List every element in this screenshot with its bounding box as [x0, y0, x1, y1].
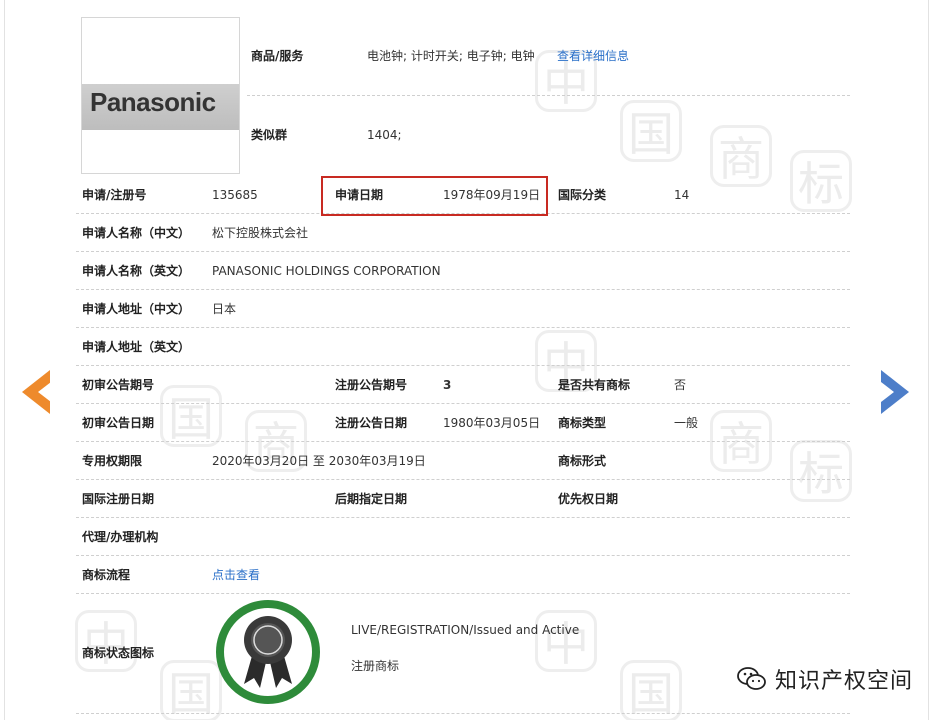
applicant-cn-row: 申请人名称（中文） 松下控股株式会社 [76, 214, 850, 252]
view-process-link[interactable]: 点击查看 [212, 556, 260, 594]
reg-notice-date-label: 注册公告日期 [335, 416, 408, 430]
trademark-type-value: 一般 [674, 416, 699, 430]
applicant-en-label: 申请人名称（英文） [82, 264, 191, 278]
status-row: 商标状态图标 LIVE/REGISTRATION/Issued and Acti… [76, 594, 850, 714]
similar-group-row: 类似群 1404; [247, 96, 850, 174]
exclusive-period-label: 专用权期限 [82, 454, 143, 468]
address-en-row: 申请人地址（英文） [76, 328, 850, 366]
shared-value: 否 [674, 378, 687, 392]
shared-label: 是否共有商标 [558, 378, 631, 392]
trademark-form-label: 商标形式 [558, 454, 607, 468]
intl-reg-date-label: 国际注册日期 [82, 492, 155, 506]
address-cn-row: 申请人地址（中文） 日本 [76, 290, 850, 328]
next-arrow-notch [881, 382, 894, 402]
registered-status-badge-icon [216, 600, 320, 704]
status-chinese: 注册商标 [351, 659, 400, 673]
process-label: 商标流程 [82, 568, 131, 582]
previous-arrow-notch [38, 382, 51, 402]
priority-date-label: 优先权日期 [558, 492, 619, 506]
agent-label: 代理/办理机构 [82, 530, 159, 544]
prelim-date-label: 初审公告日期 [82, 416, 155, 430]
reg-no-value: 135685 [212, 188, 258, 202]
similar-group-label: 类似群 [251, 128, 288, 142]
reg-notice-no-label: 注册公告期号 [335, 378, 408, 392]
applicant-cn-label: 申请人名称（中文） [82, 226, 191, 240]
wechat-account-name: 知识产权空间 [775, 669, 914, 694]
trademark-image: Panasonic [81, 17, 240, 174]
agent-row: 代理/办理机构 [76, 518, 850, 556]
wechat-account-mark: 知识产权空间 [737, 662, 913, 696]
applicant-cn-value: 松下控股株式会社 [212, 226, 309, 240]
goods-row: 商品/服务 电池钟; 计时开关; 电子钟; 电钟 查看详细信息 [247, 37, 850, 96]
goods-label: 商品/服务 [251, 49, 304, 63]
trademark-type-label: 商标类型 [558, 416, 607, 430]
status-english: LIVE/REGISTRATION/Issued and Active [351, 623, 580, 637]
applicant-en-row: 申请人名称（英文） PANASONIC HOLDINGS CORPORATION [76, 252, 850, 290]
address-en-label: 申请人地址（英文） [82, 340, 191, 354]
intl-class-label: 国际分类 [558, 188, 607, 202]
prelim-no-row: 初审公告期号 注册公告期号 3 是否共有商标 否 [76, 366, 850, 404]
intl-class-value: 14 [674, 188, 690, 202]
process-row: 商标流程 点击查看 [76, 556, 850, 594]
wechat-icon [737, 667, 766, 690]
application-date-highlight [321, 176, 548, 216]
later-designation-label: 后期指定日期 [335, 492, 408, 506]
intl-reg-date-row: 国际注册日期 后期指定日期 优先权日期 [76, 480, 850, 518]
status-label: 商标状态图标 [82, 646, 155, 660]
address-cn-value: 日本 [212, 302, 237, 316]
prelim-no-label: 初审公告期号 [82, 378, 155, 392]
similar-group-value: 1404; [367, 128, 402, 142]
goods-value: 电池钟; 计时开关; 电子钟; 电钟 [367, 49, 535, 63]
address-cn-label: 申请人地址（中文） [82, 302, 191, 316]
prelim-date-row: 初审公告日期 注册公告日期 1980年03月05日 商标类型 一般 [76, 404, 850, 442]
exclusive-period-row: 专用权期限 2020年03月20日 至 2030年03月19日 商标形式 [76, 442, 850, 480]
reg-notice-date-value: 1980年03月05日 [443, 416, 541, 430]
reg-notice-no-value: 3 [443, 378, 452, 392]
view-details-link[interactable]: 查看详细信息 [557, 37, 629, 75]
exclusive-period-value: 2020年03月20日 至 2030年03月19日 [212, 454, 426, 468]
trademark-logo-text: Panasonic [90, 87, 216, 117]
reg-no-label: 申请/注册号 [82, 188, 147, 202]
applicant-en-value: PANASONIC HOLDINGS CORPORATION [212, 264, 441, 278]
